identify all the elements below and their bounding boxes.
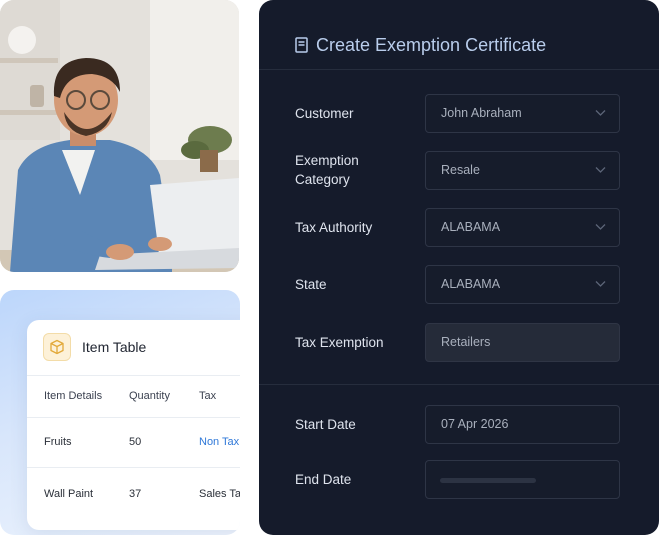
column-header-item-details: Item Details <box>44 390 103 402</box>
start-date-input[interactable]: 07 Apr 2026 <box>425 405 620 444</box>
item-table-head-row: Item Details Quantity Tax <box>27 375 240 417</box>
column-header-tax: Tax <box>199 390 217 402</box>
item-table-title: Item Table <box>82 339 147 355</box>
item-tax-link[interactable]: Non Tax <box>199 436 239 448</box>
chevron-down-icon <box>595 224 606 230</box>
customer-label: Customer <box>295 106 354 121</box>
chevron-down-icon <box>595 167 606 173</box>
state-value: ALABAMA <box>441 277 501 291</box>
exemption-category-value: Resale <box>441 163 480 177</box>
item-table-backdrop: Item Table Item Details Quantity Tax Fru… <box>0 290 240 535</box>
hero-photo <box>0 0 239 272</box>
end-date-placeholder-bar <box>440 478 536 483</box>
chevron-down-icon <box>595 110 606 116</box>
end-date-label: End Date <box>295 472 352 487</box>
form-title: Create Exemption Certificate <box>316 35 547 55</box>
state-label: State <box>295 277 327 292</box>
item-table-card: Item Table Item Details Quantity Tax Fru… <box>27 320 240 530</box>
state-dropdown[interactable]: ALABAMA <box>425 265 620 304</box>
table-row: Wall Paint 37 Sales Ta <box>27 467 240 523</box>
exemption-form-panel: Create Exemption Certificate Customer Jo… <box>259 0 659 535</box>
customer-dropdown[interactable]: John Abraham <box>425 94 620 133</box>
table-row: Fruits 50 Non Tax <box>27 417 240 467</box>
item-name: Fruits <box>44 436 72 448</box>
chevron-down-icon <box>595 281 606 287</box>
end-date-input[interactable] <box>425 460 620 499</box>
item-quantity: 50 <box>129 436 142 448</box>
section-divider <box>259 384 659 385</box>
tax-authority-label: Tax Authority <box>295 220 373 235</box>
column-header-quantity: Quantity <box>129 390 170 402</box>
item-name: Wall Paint <box>44 488 94 500</box>
tax-authority-value: ALABAMA <box>441 220 501 234</box>
item-quantity: 37 <box>129 488 142 500</box>
item-tax: Sales Ta <box>199 488 240 500</box>
tax-exemption-label: Tax Exemption <box>295 335 384 350</box>
man-with-laptop-illustration <box>0 0 239 272</box>
exemption-category-label-line1: Exemption <box>295 153 359 168</box>
start-date-label: Start Date <box>295 417 356 432</box>
item-table-header: Item Table <box>27 320 240 375</box>
exemption-category-dropdown[interactable]: Resale <box>425 151 620 190</box>
exemption-category-label-line2: Category <box>295 172 350 187</box>
document-icon <box>295 37 308 53</box>
tax-exemption-field: Retailers <box>425 323 620 362</box>
customer-value: John Abraham <box>441 106 522 120</box>
box-icon <box>43 333 71 361</box>
tax-authority-dropdown[interactable]: ALABAMA <box>425 208 620 247</box>
form-header: Create Exemption Certificate <box>259 0 659 70</box>
tax-exemption-value: Retailers <box>441 335 491 349</box>
start-date-value: 07 Apr 2026 <box>441 417 509 431</box>
